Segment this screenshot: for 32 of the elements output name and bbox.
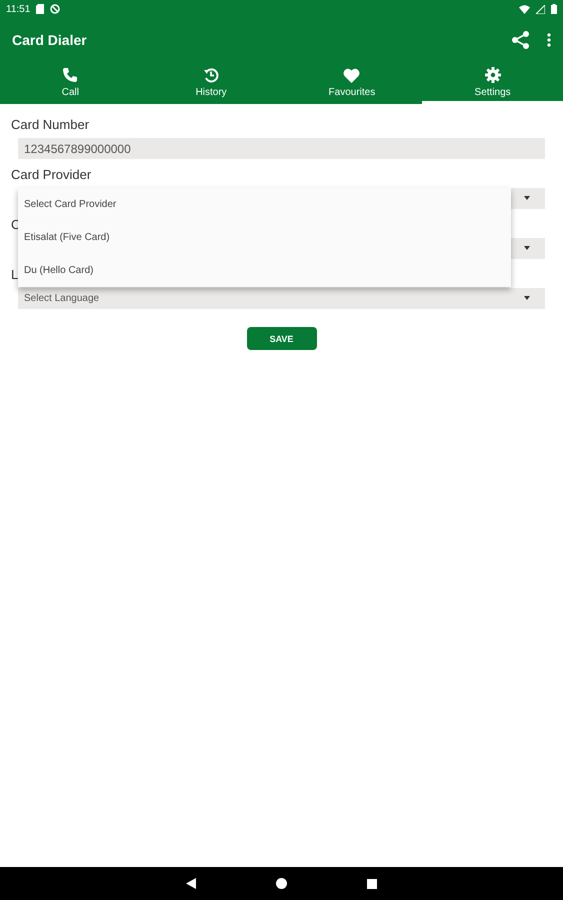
caret-icon <box>524 246 530 250</box>
recents-icon[interactable] <box>367 878 377 888</box>
caret-icon <box>524 196 530 200</box>
tab[interactable]: Favourites <box>282 62 422 104</box>
heart-icon <box>343 68 360 82</box>
signal-icon <box>536 4 545 14</box>
tab[interactable]: Settings <box>422 62 563 104</box>
menu-item[interactable]: Du (Hello Card) <box>18 254 511 287</box>
sd-card-icon <box>36 4 44 14</box>
menu-item[interactable]: Etisalat (Five Card) <box>18 221 511 254</box>
tab[interactable]: History <box>140 62 282 104</box>
settings-icon <box>484 67 501 83</box>
caret-icon <box>524 296 530 300</box>
blocked-icon <box>50 4 60 14</box>
field-label: L <box>11 266 18 284</box>
phone-icon <box>62 67 78 83</box>
battery-icon <box>551 4 557 14</box>
wifi-icon <box>519 4 530 14</box>
history-icon <box>203 67 220 83</box>
more-options-icon[interactable] <box>547 33 551 47</box>
menu-item[interactable]: Select Card Provider <box>18 188 511 221</box>
share-icon[interactable] <box>511 30 531 50</box>
dropdown-field[interactable]: Select Language <box>18 288 545 309</box>
back-icon[interactable] <box>186 878 196 889</box>
status-time: 11:51 <box>6 4 30 14</box>
input-field[interactable]: 1234567899000000 <box>18 138 545 159</box>
tab[interactable]: Call <box>0 62 141 104</box>
app-title: Card Dialer <box>12 32 87 48</box>
save-button[interactable]: SAVE <box>246 327 316 350</box>
home-icon[interactable] <box>276 878 287 889</box>
field-label: Card Provider <box>11 166 92 184</box>
field-label: Card Number <box>11 116 90 134</box>
